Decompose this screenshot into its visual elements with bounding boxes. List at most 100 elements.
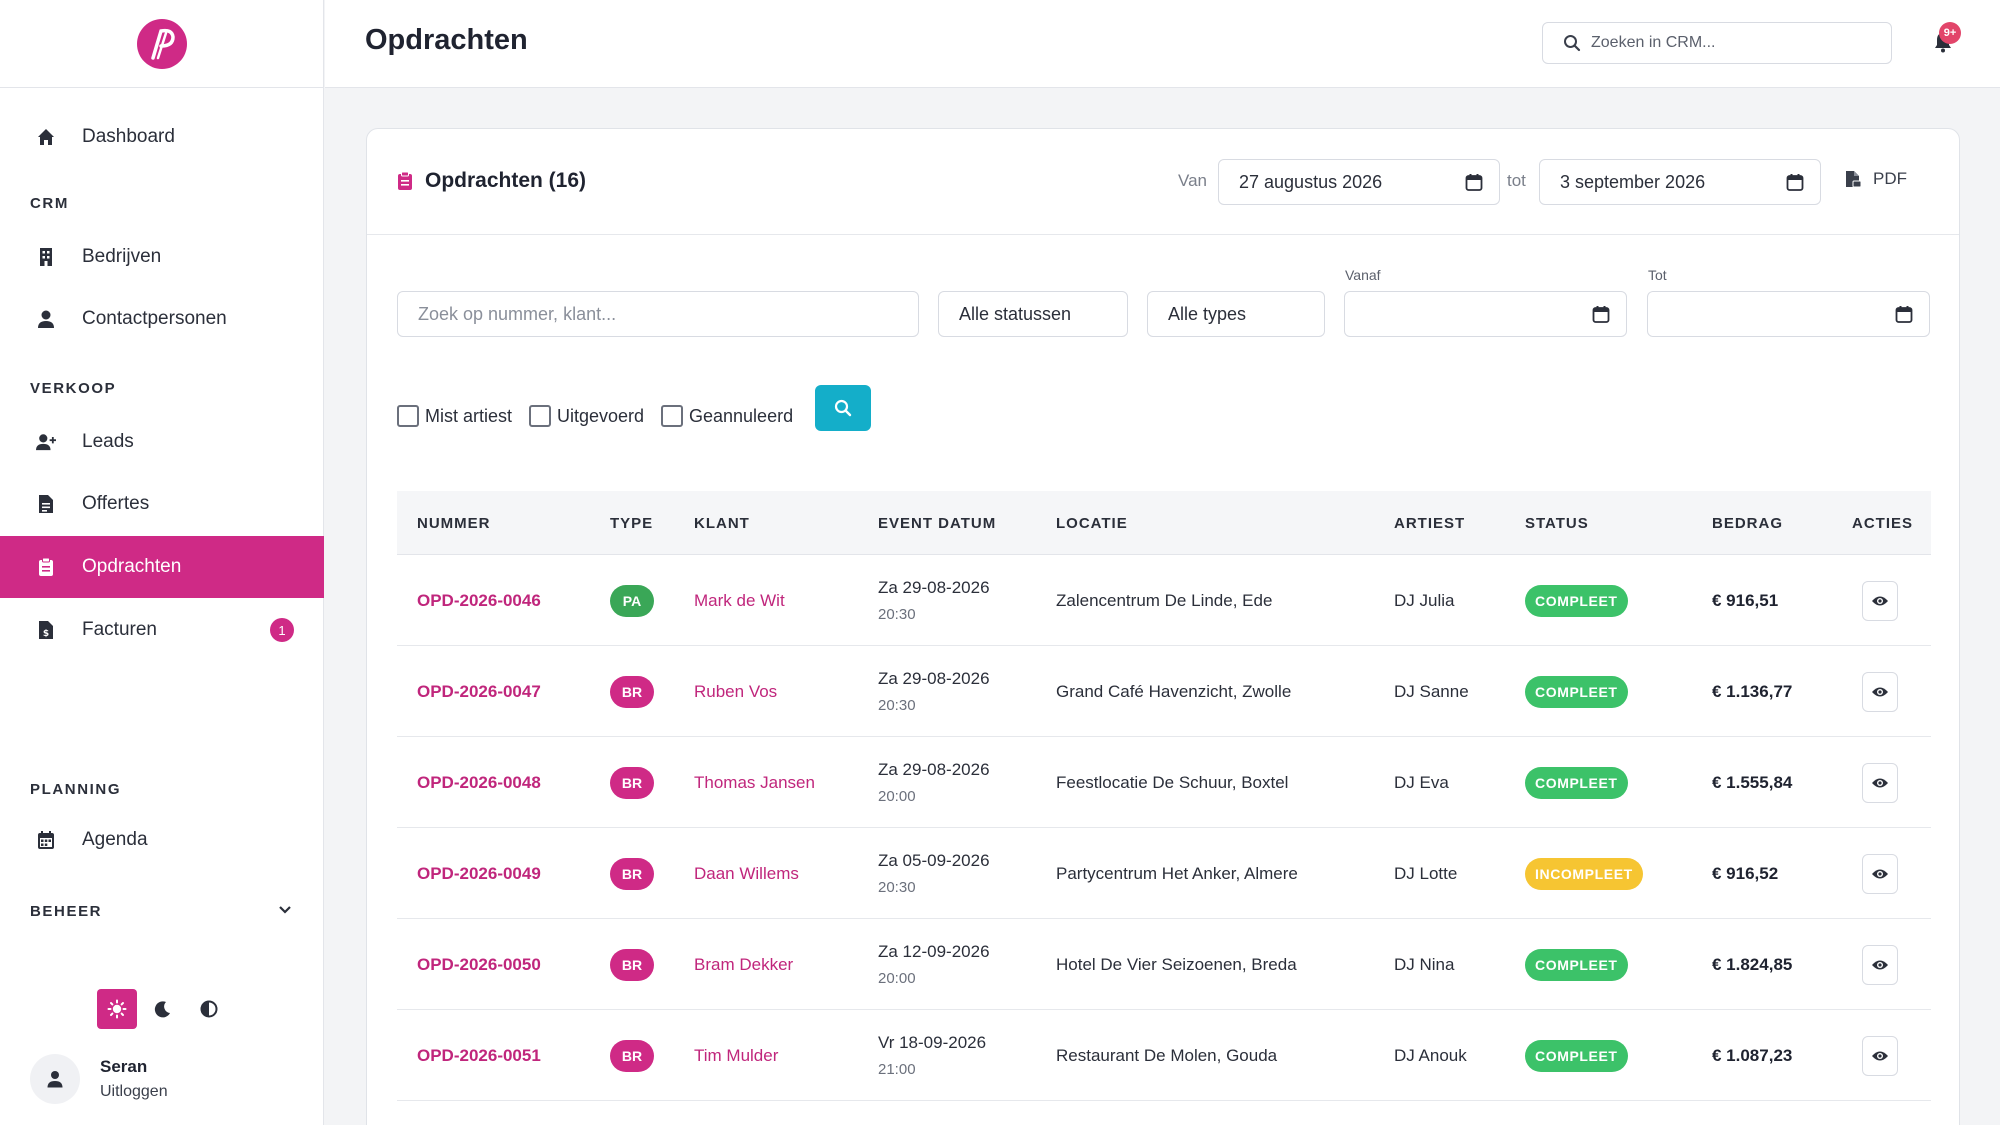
sidebar-item-label: Leads (82, 431, 134, 452)
view-button[interactable] (1862, 944, 1898, 985)
eye-icon (1872, 687, 1888, 696)
sun-icon (107, 999, 127, 1019)
geannuleerd-checkbox[interactable]: Geannuleerd (661, 405, 793, 427)
view-button[interactable] (1862, 671, 1898, 712)
row-klant-link[interactable]: Mark de Wit (694, 555, 785, 646)
filter-search-input[interactable]: Zoek op nummer, klant... (397, 291, 919, 337)
logout-link[interactable]: Uitloggen (100, 1083, 168, 1101)
user-plus-icon (36, 432, 56, 452)
row-bedrag: € 1.136,77 (1712, 681, 1793, 701)
vanaf-date-input[interactable] (1344, 291, 1627, 337)
sidebar-item-opdrachten[interactable]: Opdrachten (0, 536, 324, 598)
tot-filter-label: Tot (1648, 267, 1667, 283)
sidebar-item-label: Contactpersonen (82, 308, 227, 329)
row-nummer-link[interactable]: OPD-2026-0049 (417, 828, 541, 919)
row-status: COMPLEET (1525, 555, 1628, 646)
checkbox-box[interactable] (529, 405, 551, 427)
col-header-nummer[interactable]: NUMMER (417, 491, 491, 555)
event-date: Za 29-08-2026 (878, 669, 990, 688)
status-select[interactable]: Alle statussen (938, 291, 1128, 337)
row-acties (1862, 919, 1898, 1010)
row-event-datum: Za 12-09-2026 20:00 (878, 919, 990, 1010)
pdf-export-button[interactable]: PDF (1845, 169, 1907, 189)
row-nummer-link[interactable]: OPD-2026-0050 (417, 919, 541, 1010)
event-date: Vr 18-09-2026 (878, 1033, 987, 1052)
status-badge: COMPLEET (1525, 584, 1628, 617)
row-klant-link[interactable]: Thomas Jansen (694, 737, 815, 828)
checkbox-box[interactable] (661, 405, 683, 427)
col-header-type[interactable]: TYPE (610, 491, 653, 555)
view-button[interactable] (1862, 580, 1898, 621)
calendar-icon (1895, 306, 1913, 323)
row-locatie: Restaurant De Molen, Gouda (1056, 1045, 1278, 1065)
row-acties (1862, 828, 1898, 919)
row-acties (1862, 555, 1898, 646)
view-button[interactable] (1862, 1035, 1898, 1076)
opdrachten-card: Opdrachten (16) Van 27 augustus 2026 tot… (366, 128, 1960, 1125)
user-icon (47, 1071, 63, 1088)
clipboard-icon (397, 171, 413, 191)
row-event-datum: Za 05-09-2026 20:30 (878, 828, 990, 919)
row-locatie: Feestlocatie De Schuur, Boxtel (1056, 772, 1289, 792)
tot-filter-date-input[interactable] (1647, 291, 1930, 337)
global-search-input[interactable]: Zoeken in CRM... (1542, 22, 1892, 64)
col-header-locatie[interactable]: LOCATIE (1056, 491, 1128, 555)
checkbox-label: Geannuleerd (689, 405, 794, 426)
eye-icon (1872, 1051, 1888, 1060)
avatar[interactable] (30, 1054, 80, 1104)
row-klant-link[interactable]: Bram Dekker (694, 919, 793, 1010)
pdf-button-label: PDF (1873, 169, 1907, 188)
mist-artiest-checkbox[interactable]: Mist artiest (397, 405, 512, 427)
sidebar-item-leads[interactable]: Leads (0, 411, 324, 473)
van-date-input[interactable]: 27 augustus 2026 (1218, 159, 1500, 205)
row-locatie: Grand Café Havenzicht, Zwolle (1056, 681, 1292, 701)
row-nummer-link[interactable]: OPD-2026-0048 (417, 737, 541, 828)
row-nummer-link[interactable]: OPD-2026-0047 (417, 646, 541, 737)
row-acties (1862, 1010, 1898, 1101)
col-header-klant[interactable]: KLANT (694, 491, 750, 555)
dark-theme-button[interactable] (143, 989, 183, 1029)
sidebar-item-contactpersonen[interactable]: Contactpersonen (0, 288, 324, 350)
row-artiest: DJ Eva (1394, 772, 1449, 792)
search-icon (1563, 34, 1581, 52)
light-theme-button[interactable] (97, 989, 137, 1029)
row-klant-link[interactable]: Ruben Vos (694, 646, 777, 737)
status-select-value: Alle statussen (959, 303, 1072, 324)
row-event-datum: Vr 18-09-2026 21:00 (878, 1010, 986, 1101)
uitgevoerd-checkbox[interactable]: Uitgevoerd (529, 405, 644, 427)
nav-section-label: BEHEER (30, 903, 103, 920)
row-nummer-link[interactable]: OPD-2026-0051 (417, 1010, 541, 1101)
tot-date-input[interactable]: 3 september 2026 (1539, 159, 1821, 205)
row-klant-link[interactable]: Tim Mulder (694, 1010, 778, 1101)
view-button[interactable] (1862, 762, 1898, 803)
row-event-datum: Za 29-08-2026 20:30 (878, 646, 990, 737)
filter-search-button[interactable] (815, 385, 871, 431)
col-header-status[interactable]: STATUS (1525, 491, 1589, 555)
checkbox-box[interactable] (397, 405, 419, 427)
col-header-artiest[interactable]: ARTIEST (1394, 491, 1465, 555)
card-header: Opdrachten (16) Van 27 augustus 2026 tot… (367, 129, 1959, 235)
row-nummer-link[interactable]: OPD-2026-0046 (417, 555, 541, 646)
calendar-icon (1465, 174, 1483, 191)
sidebar-item-bedrijven[interactable]: Bedrijven (0, 226, 324, 288)
brand-logo-icon[interactable] (136, 18, 188, 70)
sidebar-item-offertes[interactable]: Offertes (0, 473, 324, 535)
nav-section-beheer[interactable]: BEHEER (30, 903, 294, 920)
event-date: Za 05-09-2026 (878, 851, 990, 870)
contrast-theme-button[interactable] (189, 989, 229, 1029)
sidebar: Dashboard CRM Bedrijven Contactpersonen … (0, 0, 324, 1125)
table-row: OPD-2026-0049 BR Daan Willems Za 05-09-2… (397, 828, 1931, 919)
view-button[interactable] (1862, 853, 1898, 894)
row-bedrag: € 916,51 (1712, 590, 1779, 610)
sidebar-item-dashboard[interactable]: Dashboard (0, 106, 324, 168)
type-select[interactable]: Alle types (1147, 291, 1325, 337)
row-klant-link[interactable]: Daan Willems (694, 828, 799, 919)
sidebar-item-agenda[interactable]: Agenda (0, 809, 324, 871)
sidebar-item-facturen[interactable]: $ Facturen 1 (0, 599, 324, 661)
col-header-datum[interactable]: EVENT DATUM (878, 491, 996, 555)
search-icon (834, 399, 852, 417)
status-badge: INCOMPLEET (1525, 857, 1643, 890)
col-header-bedrag[interactable]: BEDRAG (1712, 491, 1783, 555)
nav-section-verkoop: VERKOOP (30, 380, 117, 397)
calendar-icon (36, 830, 56, 850)
